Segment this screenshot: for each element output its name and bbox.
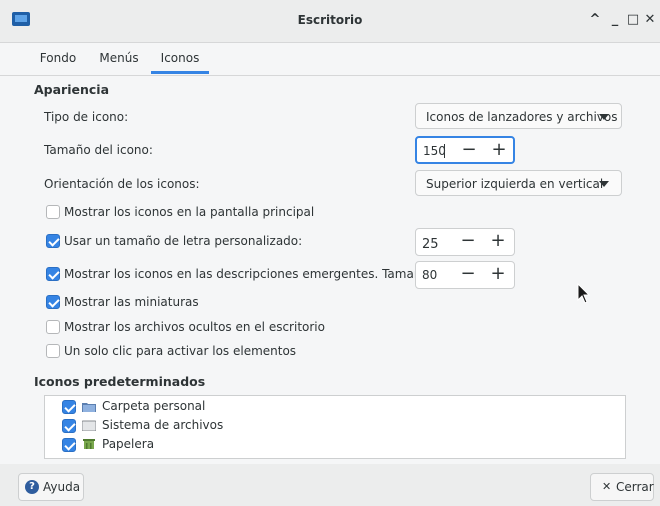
icon-size-label: Tamaño del icono:: [44, 143, 153, 157]
show-hidden-files-checkbox[interactable]: [46, 320, 60, 334]
tab-iconos[interactable]: Iconos: [151, 43, 209, 74]
close-button[interactable]: ✕ Cerrar: [590, 473, 654, 501]
custom-font-size-label: Usar un tamaño de letra personalizado:: [64, 234, 303, 248]
icon-type-value: Iconos de lanzadores y archivos: [426, 110, 618, 124]
font-size-spinner[interactable]: 25 − +: [415, 228, 515, 256]
drive-icon: [82, 420, 96, 431]
folder-icon: [82, 403, 96, 412]
default-icons-list: Carpeta personal Sistema de archivos Pap…: [44, 395, 626, 459]
show-thumbnails-label: Mostrar las miniaturas: [64, 295, 199, 309]
default-icons-heading: Iconos predeterminados: [34, 374, 206, 389]
minimize-button[interactable]: _: [606, 11, 624, 29]
tab-bar: Fondo Menús Iconos: [0, 43, 660, 76]
show-hidden-files-label: Mostrar los archivos ocultos en el escri…: [64, 320, 325, 334]
default-icon-label: Sistema de archivos: [102, 418, 224, 432]
show-thumbnails-checkbox[interactable]: [46, 295, 60, 309]
default-icon-label: Papelera: [102, 437, 155, 451]
tooltip-icons-checkbox[interactable]: [46, 267, 60, 281]
chevron-down-icon: [599, 181, 609, 187]
tab-fondo[interactable]: Fondo: [38, 43, 78, 73]
decrement-button[interactable]: −: [452, 262, 484, 288]
tab-menus[interactable]: Menús: [98, 43, 140, 73]
icon-size-spinner[interactable]: 150 − +: [415, 136, 515, 164]
decrement-button[interactable]: −: [452, 229, 484, 255]
window-title: Escritorio: [297, 13, 363, 27]
orientation-value: Superior izquierda en vertical: [426, 177, 604, 191]
trash-icon: [83, 439, 95, 449]
title-bar: Escritorio ^ _ □ ✕: [0, 0, 660, 43]
tooltip-size-spinner[interactable]: 80 − +: [415, 261, 515, 289]
help-icon: ?: [25, 480, 39, 494]
help-label: Ayuda: [43, 480, 81, 494]
increment-button[interactable]: +: [483, 138, 515, 162]
font-size-value[interactable]: 25: [422, 237, 450, 252]
increment-button[interactable]: +: [482, 262, 514, 288]
close-window-button[interactable]: ✕: [641, 11, 659, 29]
custom-font-size-checkbox[interactable]: [46, 234, 60, 248]
mouse-cursor-icon: [577, 283, 591, 304]
show-icons-main-screen-checkbox[interactable]: [46, 205, 60, 219]
appearance-heading: Apariencia: [34, 82, 110, 97]
help-button[interactable]: ? Ayuda: [18, 473, 84, 501]
button-bar: ? Ayuda ✕ Cerrar: [0, 464, 660, 506]
tooltip-icons-label: Mostrar los iconos en las descripciones …: [64, 267, 433, 281]
icon-size-value[interactable]: 150: [423, 144, 451, 158]
chevron-down-icon: [599, 114, 609, 120]
filesystem-checkbox[interactable]: [62, 419, 76, 433]
text-caret: [444, 144, 445, 158]
single-click-label: Un solo clic para activar los elementos: [64, 344, 297, 358]
maximize-button[interactable]: □: [624, 11, 642, 29]
close-label: Cerrar: [616, 480, 654, 494]
decrement-button[interactable]: −: [453, 138, 485, 162]
trash-checkbox[interactable]: [62, 438, 76, 452]
orientation-combo[interactable]: Superior izquierda en vertical: [415, 170, 622, 196]
shade-button[interactable]: ^: [586, 11, 604, 29]
close-icon: ✕: [602, 480, 612, 493]
orientation-label: Orientación de los iconos:: [44, 177, 200, 191]
default-icon-label: Carpeta personal: [102, 399, 206, 413]
single-click-checkbox[interactable]: [46, 344, 60, 358]
show-icons-main-screen-label: Mostrar los iconos en la pantalla princi…: [64, 205, 315, 219]
icon-type-combo[interactable]: Iconos de lanzadores y archivos: [415, 103, 622, 129]
home-folder-checkbox[interactable]: [62, 400, 76, 414]
increment-button[interactable]: +: [482, 229, 514, 255]
tooltip-size-value[interactable]: 80: [422, 268, 450, 282]
icon-type-label: Tipo de icono:: [44, 110, 129, 124]
